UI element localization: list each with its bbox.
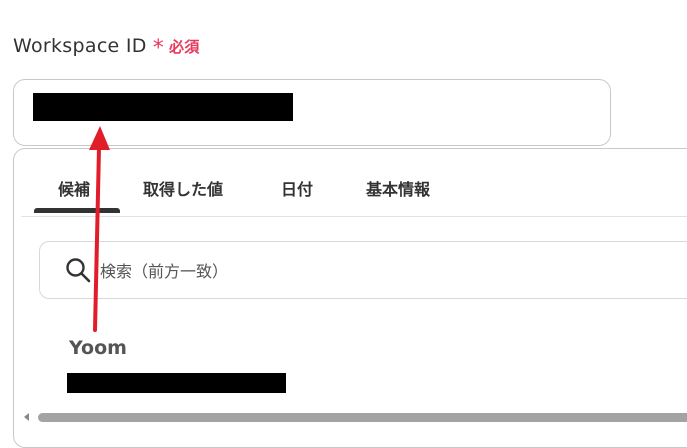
scrollbar-thumb[interactable]: [38, 413, 687, 422]
chevron-left-icon[interactable]: [24, 413, 29, 421]
tab-acquired-values[interactable]: 取得した値: [143, 176, 223, 200]
field-label: Workspace ID * 必須: [13, 35, 200, 61]
tab-date[interactable]: 日付: [281, 176, 313, 200]
redacted-candidate-id: [67, 373, 286, 393]
search-icon: [66, 258, 91, 283]
tab-candidates[interactable]: 候補: [58, 176, 90, 200]
suggestion-dropdown: 候補 取得した値 日付 基本情報 Yoom: [13, 148, 687, 448]
active-tab-indicator: [34, 208, 120, 213]
candidate-item[interactable]: Yoom: [67, 337, 286, 393]
required-text: 必須: [169, 37, 200, 56]
field-label-text: Workspace ID: [13, 35, 147, 57]
search-box[interactable]: [39, 241, 687, 299]
workspace-id-input[interactable]: [13, 79, 611, 146]
tab-bar: 候補 取得した値 日付 基本情報: [21, 149, 687, 217]
tab-basic-info[interactable]: 基本情報: [366, 176, 430, 200]
required-star: *: [152, 36, 165, 61]
candidate-name: Yoom: [69, 337, 127, 359]
horizontal-scrollbar[interactable]: [14, 411, 687, 425]
redacted-value: [33, 93, 293, 121]
search-input[interactable]: [98, 254, 662, 288]
